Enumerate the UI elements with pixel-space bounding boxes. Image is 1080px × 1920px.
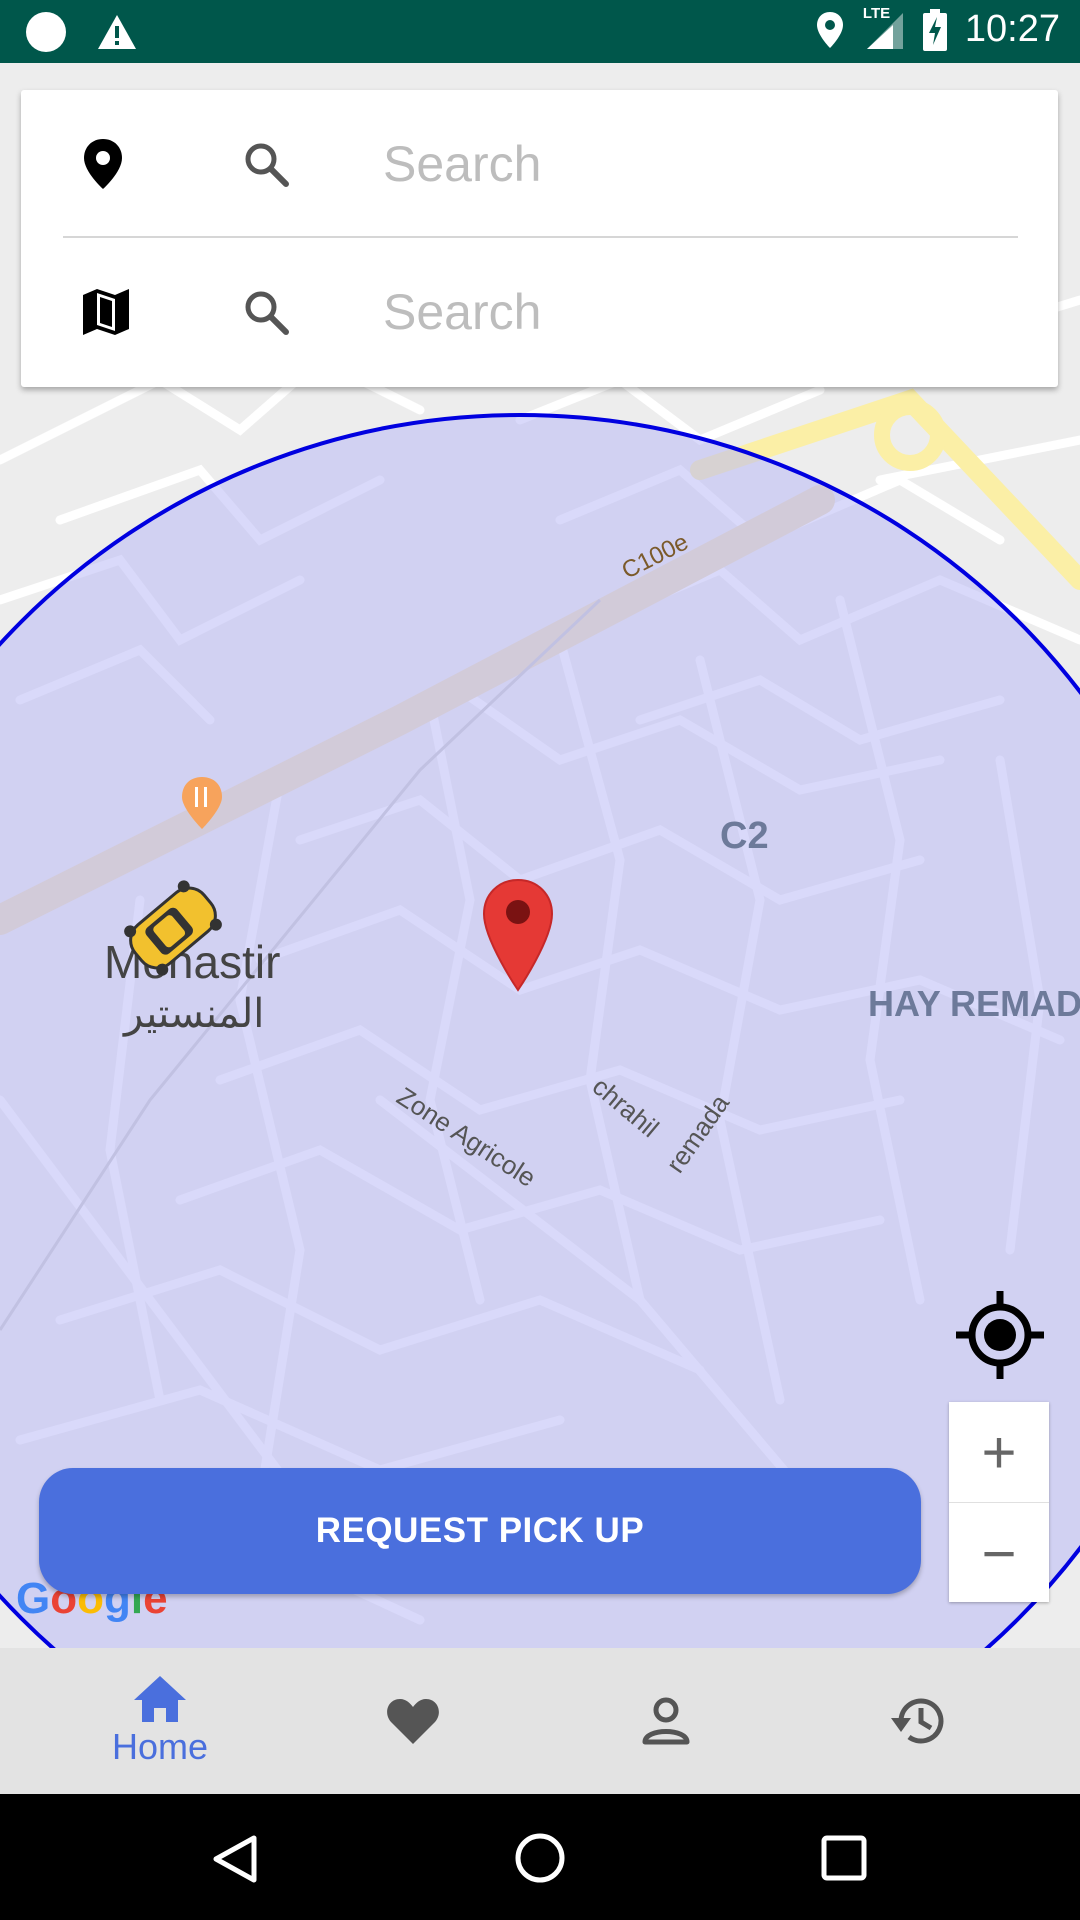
search-icon: [245, 291, 289, 335]
heart-icon: [387, 1699, 439, 1744]
location-pin-icon: [84, 139, 122, 189]
request-pickup-button[interactable]: REQUEST PICK UP: [39, 1468, 921, 1594]
nav-favorites[interactable]: [278, 1648, 548, 1794]
circle-icon: [26, 12, 66, 52]
person-icon: [642, 1697, 690, 1745]
pickup-marker-icon[interactable]: [482, 878, 554, 992]
pickup-search-input[interactable]: [381, 134, 1005, 194]
signal-indicator: LTE: [863, 5, 905, 51]
recents-icon[interactable]: [820, 1834, 868, 1882]
bottom-navigation: Home: [0, 1648, 1080, 1794]
district-label: C2: [720, 815, 769, 857]
signal-icon: [866, 12, 903, 49]
search-card: [21, 90, 1058, 387]
location-icon: [816, 11, 843, 48]
system-navigation-bar: [0, 1794, 1080, 1920]
nav-history[interactable]: [784, 1648, 1054, 1794]
nav-home-label: Home: [111, 1726, 209, 1767]
district-label: HAY REMAD: [868, 983, 1080, 1024]
home-circle-icon[interactable]: [514, 1832, 566, 1884]
search-icon: [245, 143, 289, 187]
status-bar: LTE 10:27: [0, 0, 1080, 63]
warning-icon: [98, 15, 136, 49]
nav-home[interactable]: Home: [25, 1648, 295, 1794]
city-label-arabic: المنستير: [124, 992, 265, 1036]
back-icon[interactable]: [210, 1834, 260, 1884]
destination-search-row[interactable]: [21, 238, 1058, 386]
history-icon: [891, 1698, 944, 1744]
status-time: 10:27: [964, 8, 1060, 50]
zoom-in-button[interactable]: +: [949, 1402, 1049, 1502]
destination-search-input[interactable]: [381, 282, 1005, 342]
my-location-icon[interactable]: [952, 1287, 1048, 1383]
nav-profile[interactable]: [531, 1648, 801, 1794]
battery-charging-icon: [922, 8, 947, 51]
pickup-search-row[interactable]: [21, 90, 1058, 238]
taxi-car-icon: [124, 880, 222, 976]
zoom-out-button[interactable]: −: [949, 1503, 1049, 1603]
zoom-controls: + −: [949, 1402, 1049, 1602]
home-icon: [134, 1676, 186, 1722]
map-icon: [83, 289, 129, 335]
restaurant-icon[interactable]: [180, 775, 224, 831]
